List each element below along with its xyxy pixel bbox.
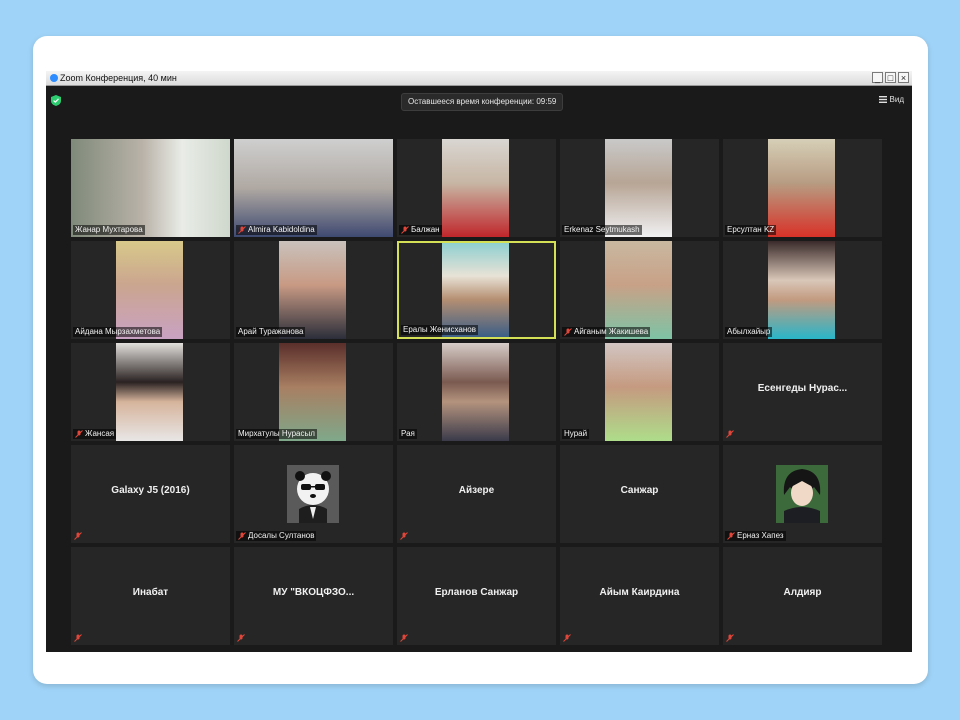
participant-video (605, 241, 672, 339)
participant-name-label: Арай Туражанова (236, 327, 306, 337)
participant-tile[interactable]: Инабат (71, 547, 230, 645)
close-button[interactable]: × (898, 72, 909, 83)
participant-tile[interactable]: Рая (397, 343, 556, 441)
participant-video (442, 243, 509, 337)
maximize-button[interactable]: □ (885, 72, 896, 83)
participant-display-name: Есенгеды Нурас... (757, 383, 848, 394)
participant-tile-active-speaker[interactable]: Ералы Женисханов (397, 241, 556, 339)
participant-tile[interactable]: Ерсултан KZ (723, 139, 882, 237)
mic-muted-icon (726, 430, 734, 438)
title-bar: Zoom Конференция, 40 мин _ □ × (46, 71, 912, 86)
shield-icon[interactable] (51, 95, 61, 106)
participant-tile[interactable]: Есенгеды Нурас... (723, 343, 882, 441)
mic-muted-icon (400, 532, 408, 540)
minimize-button[interactable]: _ (872, 72, 883, 83)
participant-display-name: Galaxy J5 (2016) (111, 485, 190, 496)
panda-avatar-icon (287, 465, 339, 523)
mic-muted-icon (564, 328, 572, 336)
participant-video (605, 139, 672, 237)
participant-tile[interactable]: Ерназ Хапез (723, 445, 882, 543)
participant-display-name: Алдияр (783, 587, 822, 598)
mic-muted-icon (400, 634, 408, 642)
participant-tile[interactable]: Абылхайыр (723, 241, 882, 339)
mic-muted-icon (401, 226, 409, 234)
view-button[interactable]: Вид (878, 95, 904, 105)
participant-video (442, 343, 509, 441)
participant-video (768, 139, 835, 237)
participant-tile[interactable]: Айзере (397, 445, 556, 543)
mic-muted-icon (563, 634, 571, 642)
participant-name-label: Нурай (562, 429, 590, 439)
participant-display-name: Айым Каирдина (599, 587, 680, 598)
participant-name-label: Ерназ Хапез (725, 531, 786, 541)
view-label: Вид (889, 95, 904, 104)
participant-display-name: Санжар (620, 485, 659, 496)
participant-name-label: Жанар Мухтарова (73, 225, 145, 235)
participant-tile[interactable]: Galaxy J5 (2016) (71, 445, 230, 543)
participant-tile[interactable]: Арай Туражанова (234, 241, 393, 339)
participant-name-label: Almira Kabidoldina (236, 225, 317, 235)
mic-muted-icon (237, 634, 245, 642)
mic-muted-icon (238, 226, 246, 234)
meeting-timer: Оставшееся время конференции: 09:59 (401, 93, 564, 111)
participant-display-name: МУ "ВКОЦФЗО... (272, 587, 355, 598)
participant-name-label: Мирхатулы Нурасыл (236, 429, 317, 439)
participant-tile[interactable]: Айганым Жакишева (560, 241, 719, 339)
mic-muted-icon (726, 634, 734, 642)
participant-video (768, 241, 835, 339)
participant-video (234, 139, 393, 237)
participant-name-label: Абылхайыр (725, 327, 773, 337)
participant-tile[interactable]: Almira Kabidoldina (234, 139, 393, 237)
participant-name-label: Жансая (73, 429, 117, 439)
mic-muted-icon (75, 430, 83, 438)
mic-muted-icon (727, 532, 735, 540)
participant-tile[interactable]: Санжар (560, 445, 719, 543)
meeting-topbar: Оставшееся время конференции: 09:59 Вид (46, 86, 912, 114)
participant-display-name: Айзере (458, 485, 495, 496)
mic-muted-icon (74, 634, 82, 642)
zoom-window: Zoom Конференция, 40 мин _ □ × Оставшеес… (46, 71, 912, 652)
participant-video (605, 343, 672, 441)
participant-video (71, 139, 230, 237)
participant-name-label: Айганым Жакишева (562, 327, 651, 337)
participant-tile[interactable]: Ерланов Санжар (397, 547, 556, 645)
participant-video (116, 343, 183, 441)
participant-video (442, 139, 509, 237)
participant-tile[interactable]: Erkenaz Seytmukash (560, 139, 719, 237)
participant-name-label: Досалы Султанов (236, 531, 317, 541)
participant-tile[interactable]: Айым Каирдина (560, 547, 719, 645)
participant-tile[interactable]: Нурай (560, 343, 719, 441)
participant-name-label: Ерсултан KZ (725, 225, 777, 235)
participant-tile[interactable]: Мирхатулы Нурасыл (234, 343, 393, 441)
window-title: Zoom Конференция, 40 мин (60, 73, 177, 83)
zoom-app-icon (50, 74, 58, 82)
grid-view-icon (878, 96, 887, 104)
participant-video (279, 343, 346, 441)
participant-name-label: Балжан (399, 225, 442, 235)
participant-tile[interactable]: Жанар Мухтарова (71, 139, 230, 237)
participant-name-label: Айдана Мырзахметова (73, 327, 163, 337)
participant-video (116, 241, 183, 339)
participant-tile[interactable]: Жансая (71, 343, 230, 441)
participant-tile[interactable]: Алдияр (723, 547, 882, 645)
participant-name-label: Рая (399, 429, 417, 439)
participant-tile[interactable]: Айдана Мырзахметова (71, 241, 230, 339)
mic-muted-icon (74, 532, 82, 540)
mic-muted-icon (238, 532, 246, 540)
participant-name-label: Erkenaz Seytmukash (562, 225, 642, 235)
participant-tile[interactable]: МУ "ВКОЦФЗО... (234, 547, 393, 645)
participant-display-name: Ерланов Санжар (434, 587, 519, 598)
participant-tile[interactable]: Балжан (397, 139, 556, 237)
participant-name-label: Ералы Женисханов (401, 325, 478, 335)
anime-avatar-icon (776, 465, 828, 523)
participant-tile[interactable]: Досалы Султанов (234, 445, 393, 543)
participant-video (279, 241, 346, 339)
participant-display-name: Инабат (132, 587, 169, 598)
